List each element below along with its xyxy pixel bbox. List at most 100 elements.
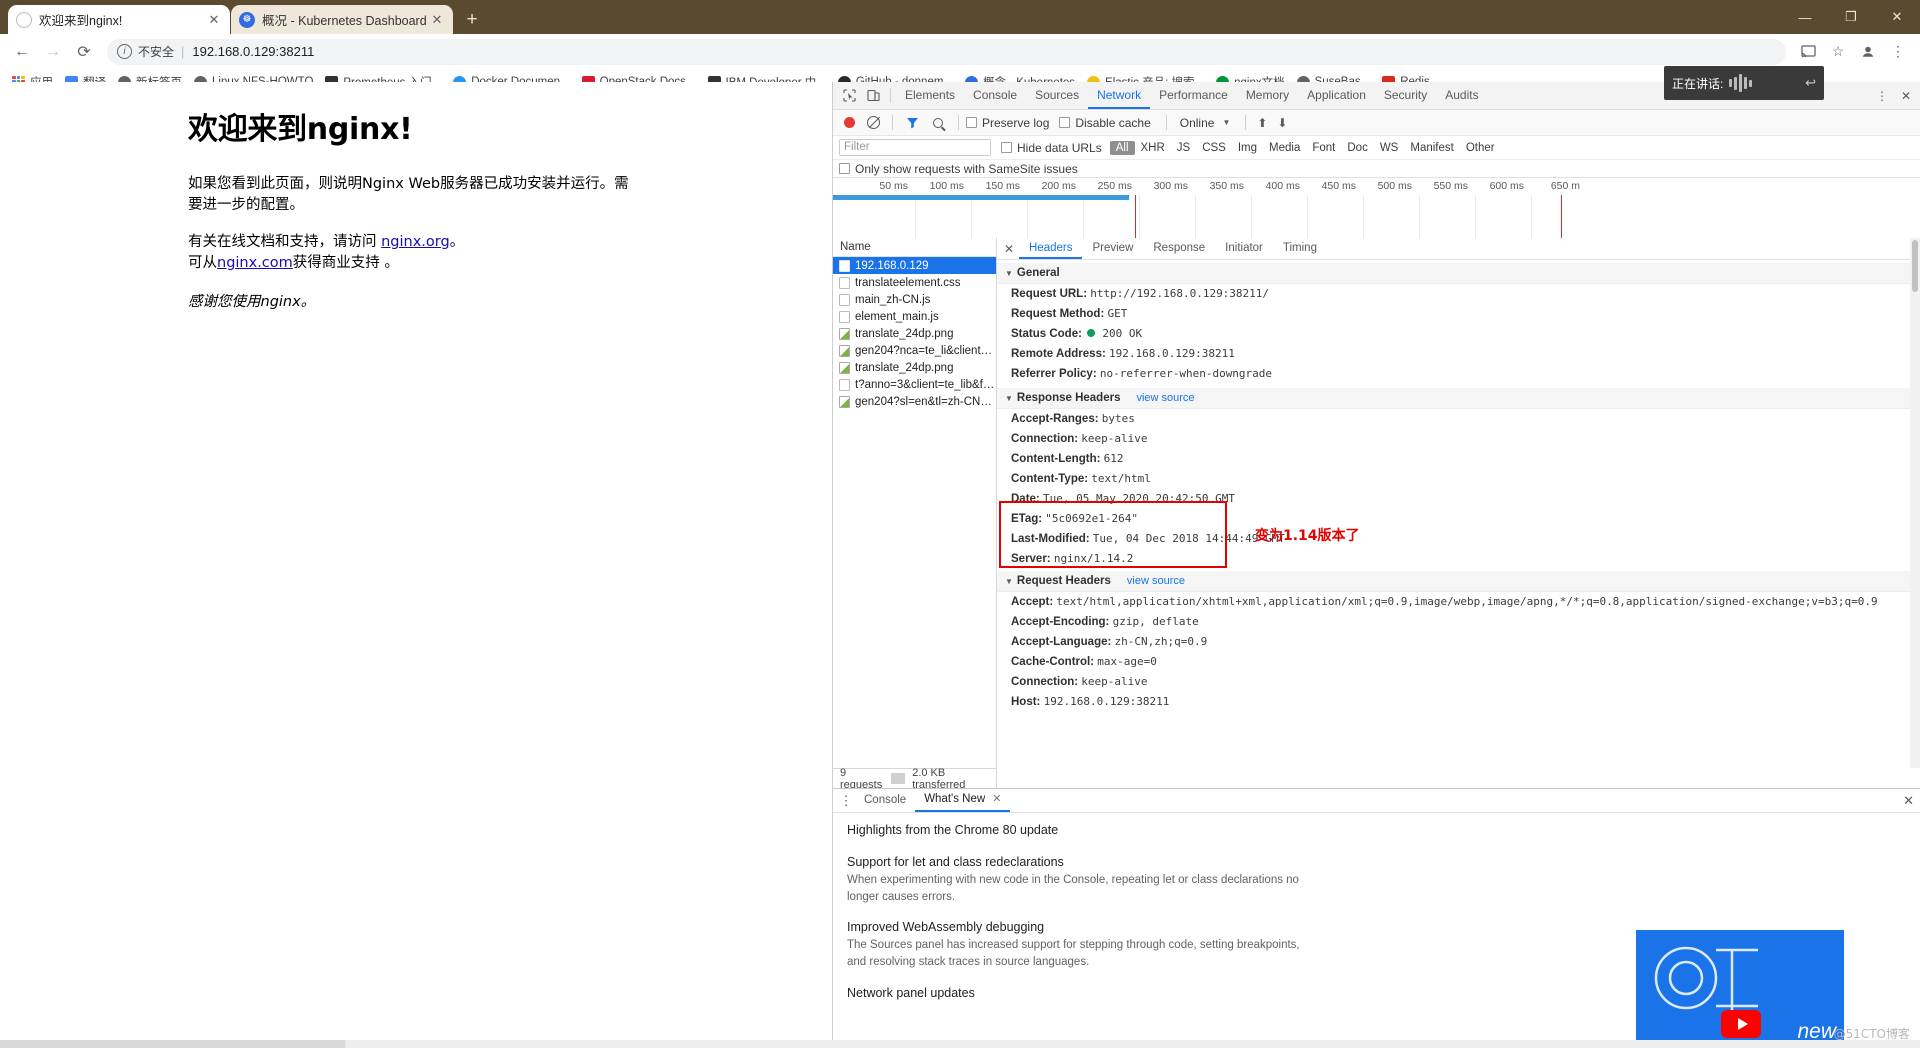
taskbar-strip	[0, 1040, 1920, 1048]
tab-console[interactable]: Console	[964, 82, 1026, 109]
request-list[interactable]: Name 192.168.0.129 translateelement.css …	[833, 238, 997, 768]
record-icon[interactable]	[844, 117, 855, 128]
close-icon[interactable]: ✕	[1894, 84, 1918, 108]
cast-icon[interactable]	[1794, 38, 1822, 66]
nginx-com-link[interactable]: nginx.com	[217, 255, 293, 271]
type-filter-font[interactable]: Font	[1306, 141, 1341, 155]
type-filter-ws[interactable]: WS	[1374, 141, 1405, 155]
search-icon[interactable]	[933, 117, 943, 128]
speaking-overlay[interactable]: 正在讲话: ↩	[1664, 66, 1824, 100]
reply-icon[interactable]: ↩	[1805, 75, 1816, 91]
reload-button[interactable]: ⟳	[70, 38, 98, 66]
header-row-server: Server: nginx/1.14.2	[997, 549, 1920, 569]
drawer-tab-whats-new[interactable]: What's New ✕	[915, 788, 1011, 812]
whats-new-video-thumbnail[interactable]: new	[1636, 930, 1844, 1048]
network-timeline-overview[interactable]: 50 ms 100 ms 150 ms 200 ms 250 ms 300 ms…	[833, 178, 1920, 246]
request-name: main_zh-CN.js	[855, 293, 931, 306]
type-filter-manifest[interactable]: Manifest	[1404, 141, 1459, 155]
tab-performance[interactable]: Performance	[1150, 82, 1237, 109]
general-section-header[interactable]: ▼ General	[997, 263, 1920, 284]
tab-elements[interactable]: Elements	[896, 82, 964, 109]
type-filter-img[interactable]: Img	[1232, 141, 1263, 155]
type-filter-xhr[interactable]: XHR	[1135, 141, 1171, 155]
profile-icon[interactable]	[1854, 38, 1882, 66]
tab-memory[interactable]: Memory	[1237, 82, 1298, 109]
import-har-icon[interactable]: ⬆	[1253, 116, 1271, 130]
tab-application[interactable]: Application	[1298, 82, 1375, 109]
nginx-thanks: 感谢您使用nginx。	[188, 294, 316, 311]
type-filter-css[interactable]: CSS	[1196, 141, 1232, 155]
request-row[interactable]: gen204?nca=te_li&client=te_li...	[833, 342, 996, 359]
kebab-menu-icon[interactable]: ⋮	[1884, 38, 1912, 66]
tab-close-icon[interactable]: ✕	[206, 12, 222, 28]
request-row[interactable]: 192.168.0.129	[833, 257, 996, 274]
type-filter-other[interactable]: Other	[1460, 141, 1501, 155]
timeline-tick: 400 ms	[1265, 180, 1300, 192]
clear-icon[interactable]	[867, 116, 880, 129]
response-headers-section-header[interactable]: ▼ Response Headers view source	[997, 388, 1920, 409]
request-row[interactable]: element_main.js	[833, 308, 996, 325]
hide-data-urls-checkbox[interactable]: Hide data URLs	[1001, 141, 1102, 155]
address-bar[interactable]: i 不安全 | 192.168.0.129:38211	[107, 38, 1786, 65]
request-row[interactable]: translateelement.css	[833, 274, 996, 291]
close-icon[interactable]: ✕	[992, 788, 1001, 811]
tab-sources[interactable]: Sources	[1026, 82, 1088, 109]
filter-input[interactable]: Filter	[839, 139, 991, 156]
new-tab-button[interactable]: +	[458, 6, 486, 34]
tab-title: 欢迎来到nginx!	[39, 14, 123, 28]
browser-tab-nginx[interactable]: ◉ 欢迎来到nginx! ✕	[8, 5, 230, 34]
stylesheet-icon	[839, 276, 850, 289]
drawer-tab-console[interactable]: Console	[855, 789, 915, 812]
forward-button[interactable]: →	[39, 38, 67, 66]
drawer-close-icon[interactable]: ✕	[1903, 793, 1914, 809]
tab-security[interactable]: Security	[1375, 82, 1436, 109]
scrollbar-thumb[interactable]	[1912, 240, 1918, 292]
close-window-button[interactable]: ✕	[1874, 0, 1920, 34]
type-filter-doc[interactable]: Doc	[1341, 141, 1373, 155]
star-icon[interactable]: ☆	[1824, 38, 1852, 66]
type-filter-js[interactable]: JS	[1171, 141, 1196, 155]
browser-tab-kubernetes[interactable]: ☸ 概况 - Kubernetes Dashboard ✕	[231, 5, 453, 34]
request-row[interactable]: gen204?sl=en&tl=zh-CN&tex...	[833, 393, 996, 410]
request-row[interactable]: translate_24dp.png	[833, 325, 996, 342]
detail-tab-response[interactable]: Response	[1143, 238, 1215, 259]
page-title: 欢迎来到nginx!	[188, 112, 413, 147]
request-row[interactable]: t?anno=3&client=te_lib&form...	[833, 376, 996, 393]
detail-scrollbar[interactable]	[1910, 238, 1920, 768]
request-row[interactable]: translate_24dp.png	[833, 359, 996, 376]
export-har-icon[interactable]: ⬇	[1273, 116, 1291, 130]
network-control-bar: Preserve log Disable cache Online ▼ ⬆ ⬇	[833, 110, 1920, 136]
kebab-menu-icon[interactable]: ⋮	[1870, 84, 1894, 108]
throttle-select[interactable]: Online	[1180, 116, 1215, 130]
maximize-button[interactable]: ❐	[1828, 0, 1874, 34]
info-icon[interactable]: i	[117, 44, 132, 59]
headers-scroll-area[interactable]: ▼ General Request URL: http://192.168.0.…	[997, 260, 1920, 768]
tab-audits[interactable]: Audits	[1436, 82, 1487, 109]
close-icon[interactable]: ✕	[999, 242, 1019, 256]
chevron-down-icon[interactable]: ▼	[1222, 118, 1230, 127]
request-headers-section-header[interactable]: ▼ Request Headers view source	[997, 571, 1920, 592]
funnel-icon[interactable]	[906, 116, 919, 129]
detail-tab-initiator[interactable]: Initiator	[1215, 238, 1273, 259]
preserve-log-checkbox[interactable]: Preserve log	[966, 116, 1049, 130]
device-toolbar-icon[interactable]	[861, 84, 885, 108]
timeline-tick: 650 m	[1550, 180, 1580, 192]
view-source-link[interactable]: view source	[1127, 575, 1185, 587]
nginx-org-link[interactable]: nginx.org	[381, 234, 450, 250]
samesite-checkbox[interactable]: Only show requests with SameSite issues	[839, 162, 1078, 176]
detail-tab-timing[interactable]: Timing	[1273, 238, 1327, 259]
detail-tab-preview[interactable]: Preview	[1082, 238, 1143, 259]
back-button[interactable]: ←	[8, 38, 36, 66]
type-filter-all[interactable]: All	[1109, 140, 1135, 155]
request-row[interactable]: main_zh-CN.js	[833, 291, 996, 308]
type-filter-media[interactable]: Media	[1263, 141, 1306, 155]
inspect-cursor-icon[interactable]	[837, 84, 861, 108]
minimize-button[interactable]: —	[1782, 0, 1828, 34]
disable-cache-checkbox[interactable]: Disable cache	[1059, 116, 1151, 130]
kebab-menu-icon[interactable]: ⋮	[837, 793, 855, 809]
detail-tab-headers[interactable]: Headers	[1019, 238, 1083, 259]
tab-network[interactable]: Network	[1088, 82, 1151, 109]
tab-close-icon[interactable]: ✕	[429, 12, 445, 28]
view-source-link[interactable]: view source	[1136, 392, 1194, 404]
checkbox-box	[1059, 117, 1071, 128]
